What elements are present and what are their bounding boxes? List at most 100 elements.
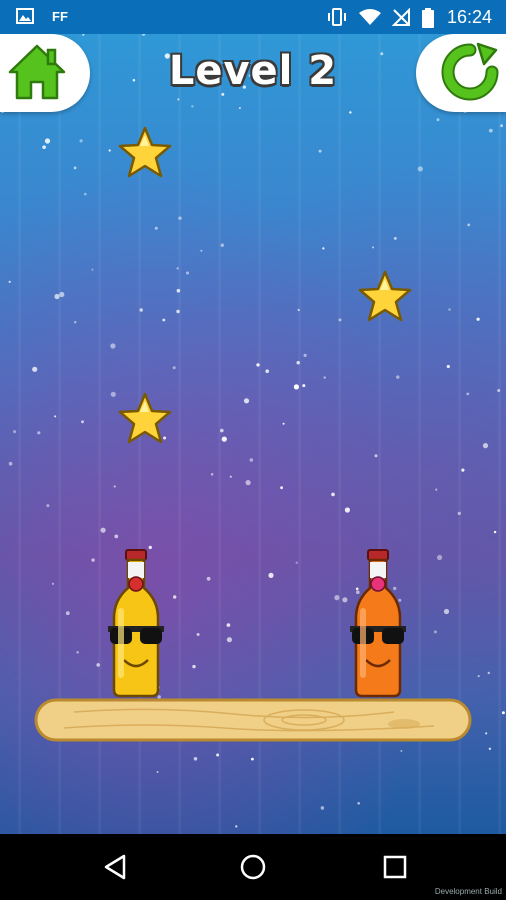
sparkle [435,488,438,491]
sparkle [487,671,490,675]
sparkle [176,267,179,270]
sparkle [8,461,13,466]
sparkle [221,436,227,442]
sparkle [37,431,41,435]
sparkle [154,226,158,230]
clock: 16:24 [446,7,492,27]
orange-bottle[interactable] [346,548,410,698]
sparkle [349,111,352,114]
carrier-label: FF [52,9,68,24]
sparkle [249,458,254,462]
sparkle [393,237,397,240]
sparkle [436,118,440,122]
sparkle [226,623,231,627]
home-nav-icon[interactable] [238,852,268,882]
sparkle [296,361,300,365]
sparkle [114,534,119,539]
sparkle [139,308,143,312]
sparkle [500,124,503,128]
sparkle [91,268,94,271]
sparkle [176,309,180,314]
sparkle [172,366,176,370]
sparkle [51,582,55,585]
sparkle [437,554,443,561]
sparkle [265,369,270,374]
sparkle [297,308,300,312]
sparkle [466,392,470,396]
sparkle [501,711,505,715]
sparkle [59,291,65,298]
sparkle [461,468,465,472]
sparkle [338,318,342,322]
sparkle [173,595,177,599]
sparkle [357,802,361,805]
sparkle [476,317,480,321]
sparkle [318,149,322,153]
sparkle [280,486,283,490]
sparkle [113,485,116,488]
sparkle [42,145,46,149]
sparkle [322,247,325,250]
game-area[interactable]: Level 2 [0,34,506,834]
sparkle [91,558,95,562]
sparkle [293,384,299,390]
sparkle [82,34,85,36]
sparkle [323,376,326,379]
sparkle [156,771,159,773]
sparkle [162,318,166,322]
sparkle [13,430,17,434]
sparkle [235,825,238,828]
sparkle [73,166,77,170]
sparkle [210,473,214,476]
recents-icon[interactable] [380,852,410,882]
sparkle [443,608,450,615]
sparkle [44,138,51,144]
status-bar: FF 16:24 [0,0,506,34]
sparkle [482,443,489,449]
star-icon[interactable] [118,392,172,446]
sparkle [497,389,501,392]
sparkle [485,732,488,735]
sparkle [302,384,306,388]
sparkle [433,630,437,634]
sparkle [245,480,251,486]
sparkle [186,271,189,275]
sparkle [192,664,196,669]
vibrate-icon [327,8,347,30]
sparkle [226,637,232,643]
sparkle [96,663,100,667]
sparkle [178,216,182,220]
restart-button[interactable] [416,34,506,112]
sparkle [488,128,493,133]
sparkle [396,375,400,379]
navigation-bar: Development Build [0,834,506,900]
star-icon[interactable] [358,270,412,324]
sparkle [177,98,180,101]
sparkle [448,308,451,311]
sparkle [193,757,198,761]
sparkle [79,139,83,143]
sparkle [46,504,50,508]
sparkle [238,107,241,110]
restart-icon [441,42,499,101]
yellow-bottle[interactable] [104,548,168,698]
no-signal-icon [391,7,410,30]
sparkle [282,422,285,425]
sparkle [446,364,450,369]
sparkle [8,280,11,283]
sparkle [372,246,374,249]
sparkle [54,415,57,418]
sparkle [76,651,79,654]
sparkle [108,149,111,152]
sparkle [243,398,250,404]
sparkle [220,243,224,247]
sparkle [84,192,87,196]
back-icon[interactable] [100,852,130,882]
sparkle [65,611,70,616]
sparkle [32,366,38,372]
sparkle [200,249,203,252]
sparkle [374,454,378,458]
sparkle [141,34,146,36]
sparkle [400,750,403,752]
star-icon[interactable] [118,126,172,180]
